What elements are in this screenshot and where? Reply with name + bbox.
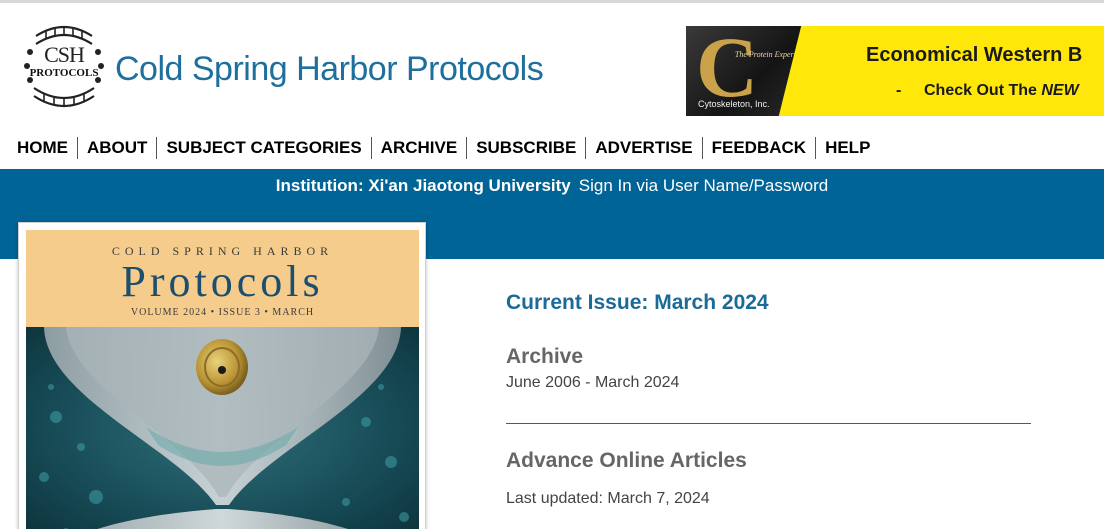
- main-nav: HOME ABOUT SUBJECT CATEGORIES ARCHIVE SU…: [8, 136, 879, 160]
- ad-subline: Check Out The NEW: [924, 82, 1079, 100]
- section-divider: [506, 423, 1031, 424]
- ad-bullet-dash: -: [896, 82, 902, 99]
- top-rule: [0, 0, 1104, 3]
- site-logo-link[interactable]: CSH PROTOCOLS Cold Spring Harbor Protoco…: [18, 22, 598, 110]
- nav-home[interactable]: HOME: [8, 137, 77, 159]
- cytoskeleton-c-logo-icon: C: [696, 26, 759, 115]
- current-issue-link[interactable]: Current Issue: March 2024: [506, 291, 769, 315]
- nav-archive[interactable]: ARCHIVE: [370, 137, 467, 159]
- nav-subscribe[interactable]: SUBSCRIBE: [466, 137, 585, 159]
- cover-title: Protocols: [121, 257, 324, 306]
- site-title: Cold Spring Harbor Protocols: [115, 50, 544, 88]
- nav-subject-categories[interactable]: SUBJECT CATEGORIES: [156, 137, 370, 159]
- institution-name: Institution: Xi'an Jiaotong University: [275, 176, 571, 195]
- nav-help[interactable]: HELP: [815, 137, 879, 159]
- advance-online-articles-link[interactable]: Advance Online Articles: [506, 449, 747, 473]
- nav-advertise[interactable]: ADVERTISE: [585, 137, 701, 159]
- ad-sub-emphasis: NEW: [1041, 82, 1079, 99]
- ad-tagline: The Protein Experts: [734, 50, 800, 59]
- institution-bar: Institution: Xi'an Jiaotong University Si…: [0, 176, 1104, 196]
- nav-about[interactable]: ABOUT: [77, 137, 156, 159]
- ad-company: Cytoskeleton, Inc.: [698, 99, 770, 109]
- cover-hourglass-illustration: [26, 327, 419, 529]
- cover-volume-line: VOLUME 2024 • ISSUE 3 • MARCH: [130, 307, 315, 318]
- archive-date-range: June 2006 - March 2024: [506, 374, 680, 391]
- advance-last-updated: Last updated: March 7, 2024: [506, 490, 710, 507]
- ad-sub-prefix: Check Out The: [924, 82, 1042, 99]
- sign-in-link[interactable]: Sign In via User Name/Password: [579, 176, 828, 195]
- emblem-csh-text: CSH: [44, 42, 85, 67]
- current-issue-cover[interactable]: COLD SPRING HARBOR Protocols VOLUME 2024…: [18, 222, 426, 529]
- ad-headline: Economical Western B: [866, 44, 1083, 66]
- archive-link[interactable]: Archive: [506, 345, 583, 369]
- csh-emblem-icon: CSH PROTOCOLS: [18, 22, 110, 110]
- cover-image: COLD SPRING HARBOR Protocols VOLUME 2024…: [26, 230, 419, 529]
- emblem-protocols-text: PROTOCOLS: [29, 67, 99, 79]
- nav-feedback[interactable]: FEEDBACK: [701, 137, 815, 159]
- ad-banner[interactable]: C The Protein Experts Cytoskeleton, Inc.…: [686, 26, 1104, 116]
